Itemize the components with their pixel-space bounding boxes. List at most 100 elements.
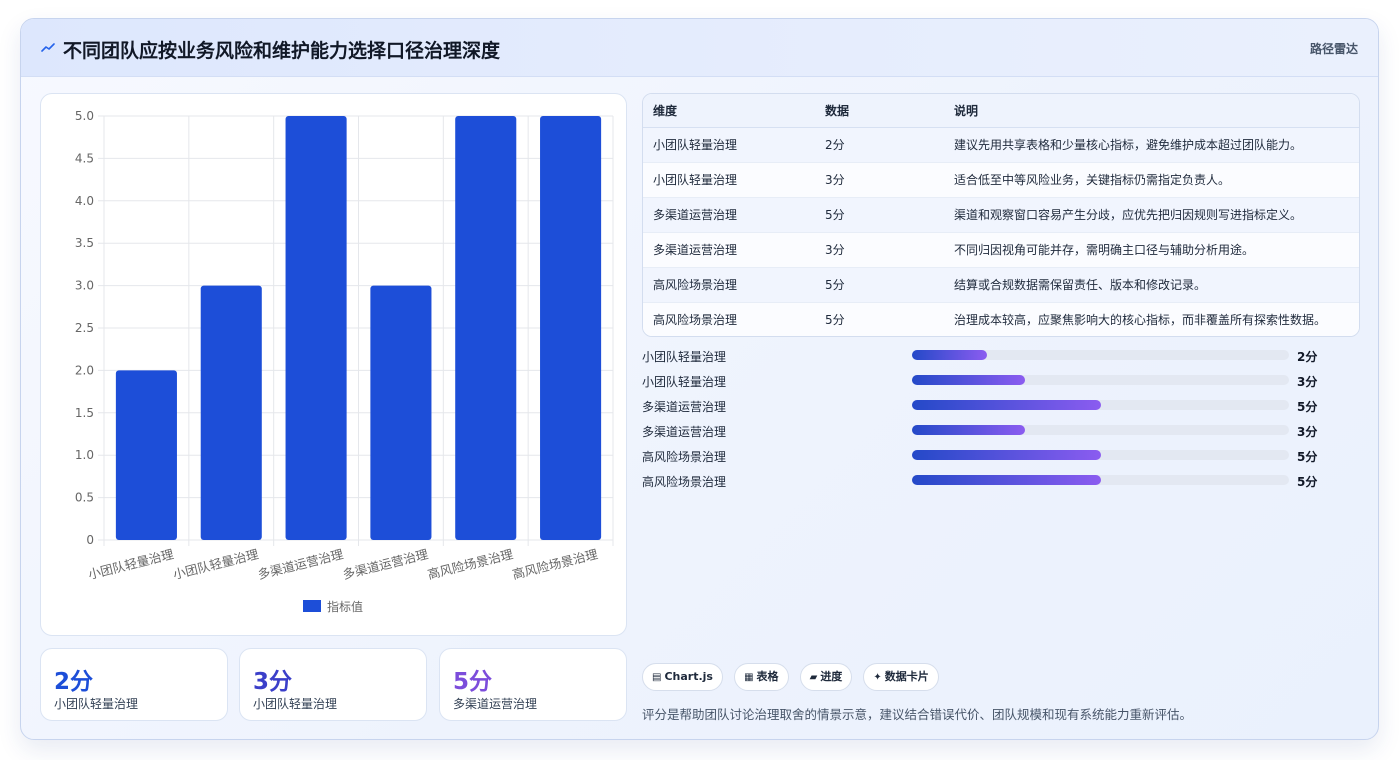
x-tick-label: 小团队轻量治理 <box>87 546 176 582</box>
progress-icon: ▰ <box>809 672 818 683</box>
chip-label: 表格 <box>756 670 779 683</box>
bar <box>540 116 602 540</box>
x-tick-label: 多渠道运营治理 <box>256 546 345 582</box>
progress-label: 小团队轻量治理 <box>642 350 727 364</box>
table-cell: 3分 <box>815 162 944 198</box>
table-cell: 治理成本较高，应聚焦影响大的核心指标，而非覆盖所有探索性数据。 <box>944 302 1359 336</box>
bar-chart: 0 0.5 1.0 1.5 2.0 2.5 3.0 3.5 4.0 4.5 5.0 小团队轻量治理小团… <box>75 109 614 614</box>
footer-note: 评分是帮助团队讨论治理取舍的情景示意，建议结合错误代价、团队规模和现有系统能力重… <box>642 707 1193 722</box>
table-cell: 5分 <box>815 302 944 336</box>
chart-icon: ▤ <box>652 672 662 683</box>
dashboard-card: 不同团队应按业务风险和维护能力选择口径治理深度 路径雷达 0 0.5 1.0 1.5 2… <box>20 18 1379 740</box>
table-header-row: 维度 数据 说明 <box>643 94 1359 128</box>
progress-list: 小团队轻量治理 2分 小团队轻量治理 3分 多渠道运营治理 5分 多渠道运营治理… <box>642 345 1360 495</box>
progress-value: 5分 <box>1297 450 1318 464</box>
progress-value: 2分 <box>1297 350 1318 364</box>
progress-row: 多渠道运营治理 5分 <box>642 395 1360 415</box>
y-tick-label: 3.5 <box>75 236 94 250</box>
y-tick-label: 3.0 <box>75 279 94 293</box>
progress-fill <box>912 350 988 360</box>
card-icon: ✦ <box>873 672 882 683</box>
table-row: 多渠道运营治理 5分 渠道和观察窗口容易产生分歧，应优先把归因规则写进指标定义。 <box>643 197 1359 233</box>
data-table: 维度 数据 说明 小团队轻量治理 2分 建议先用共享表格和少量核心指标，避免维护… <box>643 94 1359 336</box>
y-tick-label: 4.0 <box>75 194 94 208</box>
x-tick-label: 高风险场景治理 <box>511 546 600 582</box>
progress-track <box>912 400 1289 410</box>
kpi-value: 3分 <box>253 669 293 695</box>
table-cell: 2分 <box>815 127 944 163</box>
progress-row: 小团队轻量治理 3分 <box>642 370 1360 390</box>
table-cell: 建议先用共享表格和少量核心指标，避免维护成本超过团队能力。 <box>944 127 1359 163</box>
chip-label: 数据卡片 <box>884 670 929 683</box>
kpi-card-2: 3分 小团队轻量治理 <box>239 648 427 721</box>
chip-data-card[interactable]: ✦ 数据卡片 <box>863 663 939 691</box>
y-tick-label: 5.0 <box>75 109 94 123</box>
progress-track <box>912 350 1289 360</box>
data-table-panel: 维度 数据 说明 小团队轻量治理 2分 建议先用共享表格和少量核心指标，避免维护… <box>642 93 1360 337</box>
bar <box>115 370 177 540</box>
kpi-card-1: 2分 小团队轻量治理 <box>40 648 228 721</box>
progress-fill <box>912 400 1101 410</box>
table-row: 高风险场景治理 5分 治理成本较高，应聚焦影响大的核心指标，而非覆盖所有探索性数… <box>643 302 1359 336</box>
table-cell: 高风险场景治理 <box>643 267 815 303</box>
progress-label: 多渠道运营治理 <box>642 400 727 414</box>
spark-line-icon <box>41 43 55 52</box>
kpi-label: 小团队轻量治理 <box>253 697 338 711</box>
progress-label: 多渠道运营治理 <box>642 425 727 439</box>
page-title: 不同团队应按业务风险和维护能力选择口径治理深度 <box>63 40 501 62</box>
header-bar: 不同团队应按业务风险和维护能力选择口径治理深度 路径雷达 <box>21 19 1378 77</box>
y-tick-label: 2.5 <box>75 321 94 335</box>
chip-table[interactable]: ▦ 表格 <box>734 663 789 691</box>
kpi-value: 5分 <box>453 669 493 695</box>
progress-fill <box>912 450 1101 460</box>
table-cell: 3分 <box>815 232 944 268</box>
table-row: 高风险场景治理 5分 结算或合规数据需保留责任、版本和修改记录。 <box>643 267 1359 303</box>
chip-chartjs[interactable]: ▤ Chart.js <box>642 663 723 691</box>
bar-chart-panel: 0 0.5 1.0 1.5 2.0 2.5 3.0 3.5 4.0 4.5 5.0 小团队轻量治理 小团… <box>40 93 627 636</box>
table-header-dimension: 维度 <box>643 94 815 128</box>
y-tick-label: 4.5 <box>75 151 94 165</box>
chip-progress[interactable]: ▰ 进度 <box>799 663 853 691</box>
table-row: 小团队轻量治理 2分 建议先用共享表格和少量核心指标，避免维护成本超过团队能力。 <box>643 127 1359 163</box>
table-cell: 5分 <box>815 197 944 233</box>
y-tick-label: 0 <box>86 533 94 547</box>
progress-row: 高风险场景治理 5分 <box>642 445 1360 465</box>
progress-row: 小团队轻量治理 2分 <box>642 345 1360 365</box>
table-cell: 适合低至中等风险业务，关键指标仍需指定负责人。 <box>944 162 1359 198</box>
bar <box>455 116 517 540</box>
chip-label: 进度 <box>820 670 843 683</box>
bar <box>200 285 262 540</box>
table-cell: 5分 <box>815 267 944 303</box>
y-tick-label: 1.5 <box>75 406 94 420</box>
table-cell: 多渠道运营治理 <box>643 197 815 233</box>
legend-label: 指标值 <box>327 599 363 614</box>
table-icon: ▦ <box>744 672 754 683</box>
x-tick-label: 多渠道运营治理 <box>341 546 430 582</box>
kpi-label: 小团队轻量治理 <box>54 697 139 711</box>
progress-fill <box>912 375 1026 385</box>
kpi-value: 2分 <box>54 669 94 695</box>
progress-value: 3分 <box>1297 375 1318 389</box>
progress-value: 5分 <box>1297 475 1318 489</box>
progress-track <box>912 450 1289 460</box>
chip-label: Chart.js <box>664 670 713 683</box>
table-header-description: 说明 <box>944 94 1359 128</box>
progress-value: 5分 <box>1297 400 1318 414</box>
kpi-card-3: 5分 多渠道运营治理 <box>439 648 627 721</box>
progress-track <box>912 425 1289 435</box>
table-row: 多渠道运营治理 3分 不同归因视角可能并存，需明确主口径与辅助分析用途。 <box>643 232 1359 268</box>
bar <box>285 116 347 540</box>
table-cell: 不同归因视角可能并存，需明确主口径与辅助分析用途。 <box>944 232 1359 268</box>
table-cell: 结算或合规数据需保留责任、版本和修改记录。 <box>944 267 1359 303</box>
progress-fill <box>912 475 1101 485</box>
table-cell: 小团队轻量治理 <box>643 127 815 163</box>
progress-track <box>912 475 1289 485</box>
legend-swatch <box>303 600 321 612</box>
table-cell: 高风险场景治理 <box>643 302 815 336</box>
progress-track <box>912 375 1289 385</box>
bar <box>370 285 432 540</box>
header-tag: 路径雷达 <box>1309 42 1358 56</box>
progress-label: 高风险场景治理 <box>642 475 727 489</box>
progress-fill <box>912 425 1026 435</box>
y-tick-label: 0.5 <box>75 491 94 505</box>
